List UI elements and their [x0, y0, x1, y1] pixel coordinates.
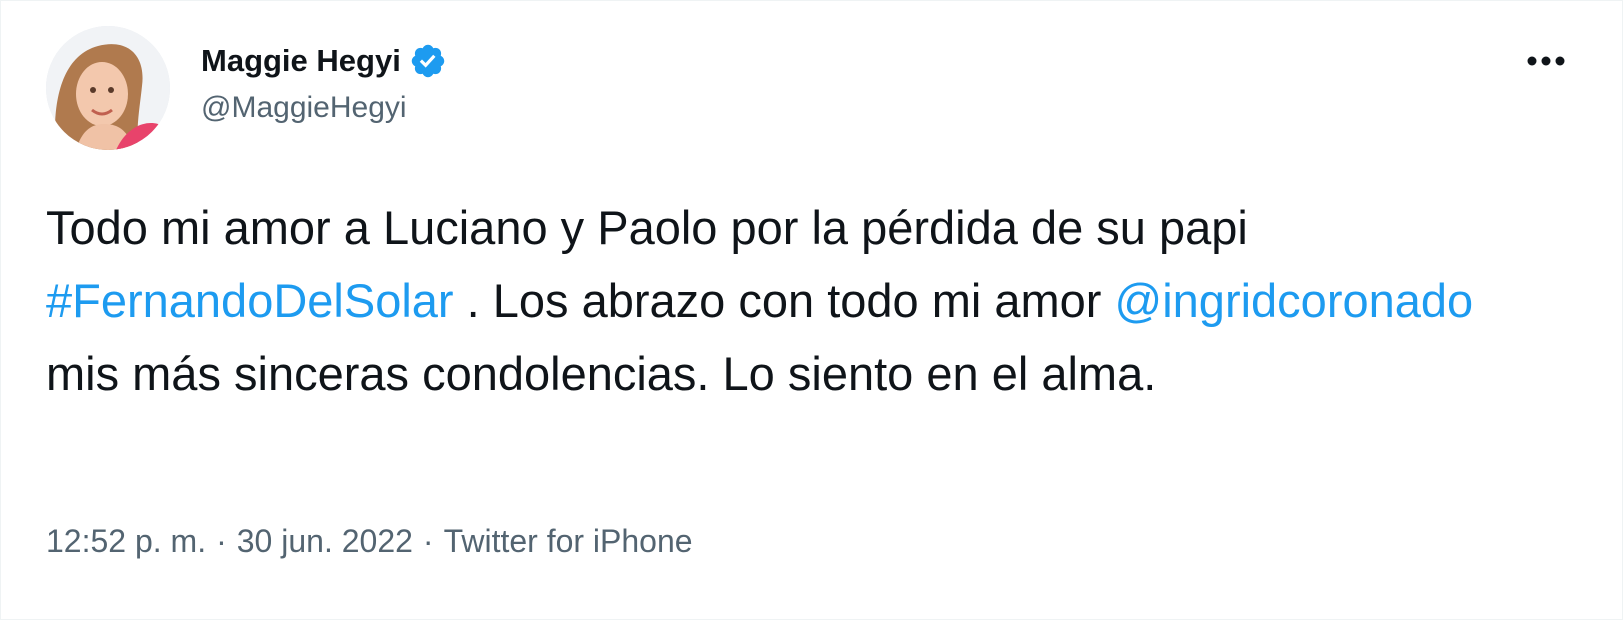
display-name[interactable]: Maggie Hegyi	[201, 43, 401, 79]
mention-link[interactable]: @ingridcoronado	[1115, 274, 1474, 327]
profile-photo-icon	[46, 26, 170, 150]
tweet-metadata: 12:52 p. m. · 30 jun. 2022 · Twitter for…	[46, 523, 693, 560]
avatar[interactable]	[46, 26, 170, 150]
more-horizontal-icon	[1527, 56, 1565, 66]
separator: ·	[422, 523, 434, 559]
verified-badge-icon	[409, 42, 447, 80]
separator: ·	[216, 523, 227, 559]
user-handle[interactable]: @MaggieHegyi	[201, 91, 447, 125]
tweet-card: Maggie Hegyi @MaggieHegyi Todo mi amor a…	[0, 0, 1623, 620]
tweet-date[interactable]: 30 jun. 2022	[237, 523, 413, 560]
tweet-text-part: . Los abrazo con todo mi amor	[453, 274, 1115, 327]
tweet-text: Todo mi amor a Luciano y Paolo por la pé…	[46, 191, 1546, 410]
hashtag-link[interactable]: #FernandoDelSolar	[46, 274, 454, 327]
tweet-time[interactable]: 12:52 p. m.	[46, 523, 206, 560]
author-block: Maggie Hegyi @MaggieHegyi	[201, 39, 447, 125]
name-row: Maggie Hegyi	[201, 39, 447, 83]
tweet-source[interactable]: Twitter for iPhone	[444, 523, 693, 560]
tweet-text-part: Todo mi amor a Luciano y Paolo por la pé…	[46, 201, 1248, 254]
more-options-button[interactable]	[1518, 41, 1574, 81]
tweet-text-part: mis más sinceras condolencias. Lo siento…	[46, 347, 1157, 400]
